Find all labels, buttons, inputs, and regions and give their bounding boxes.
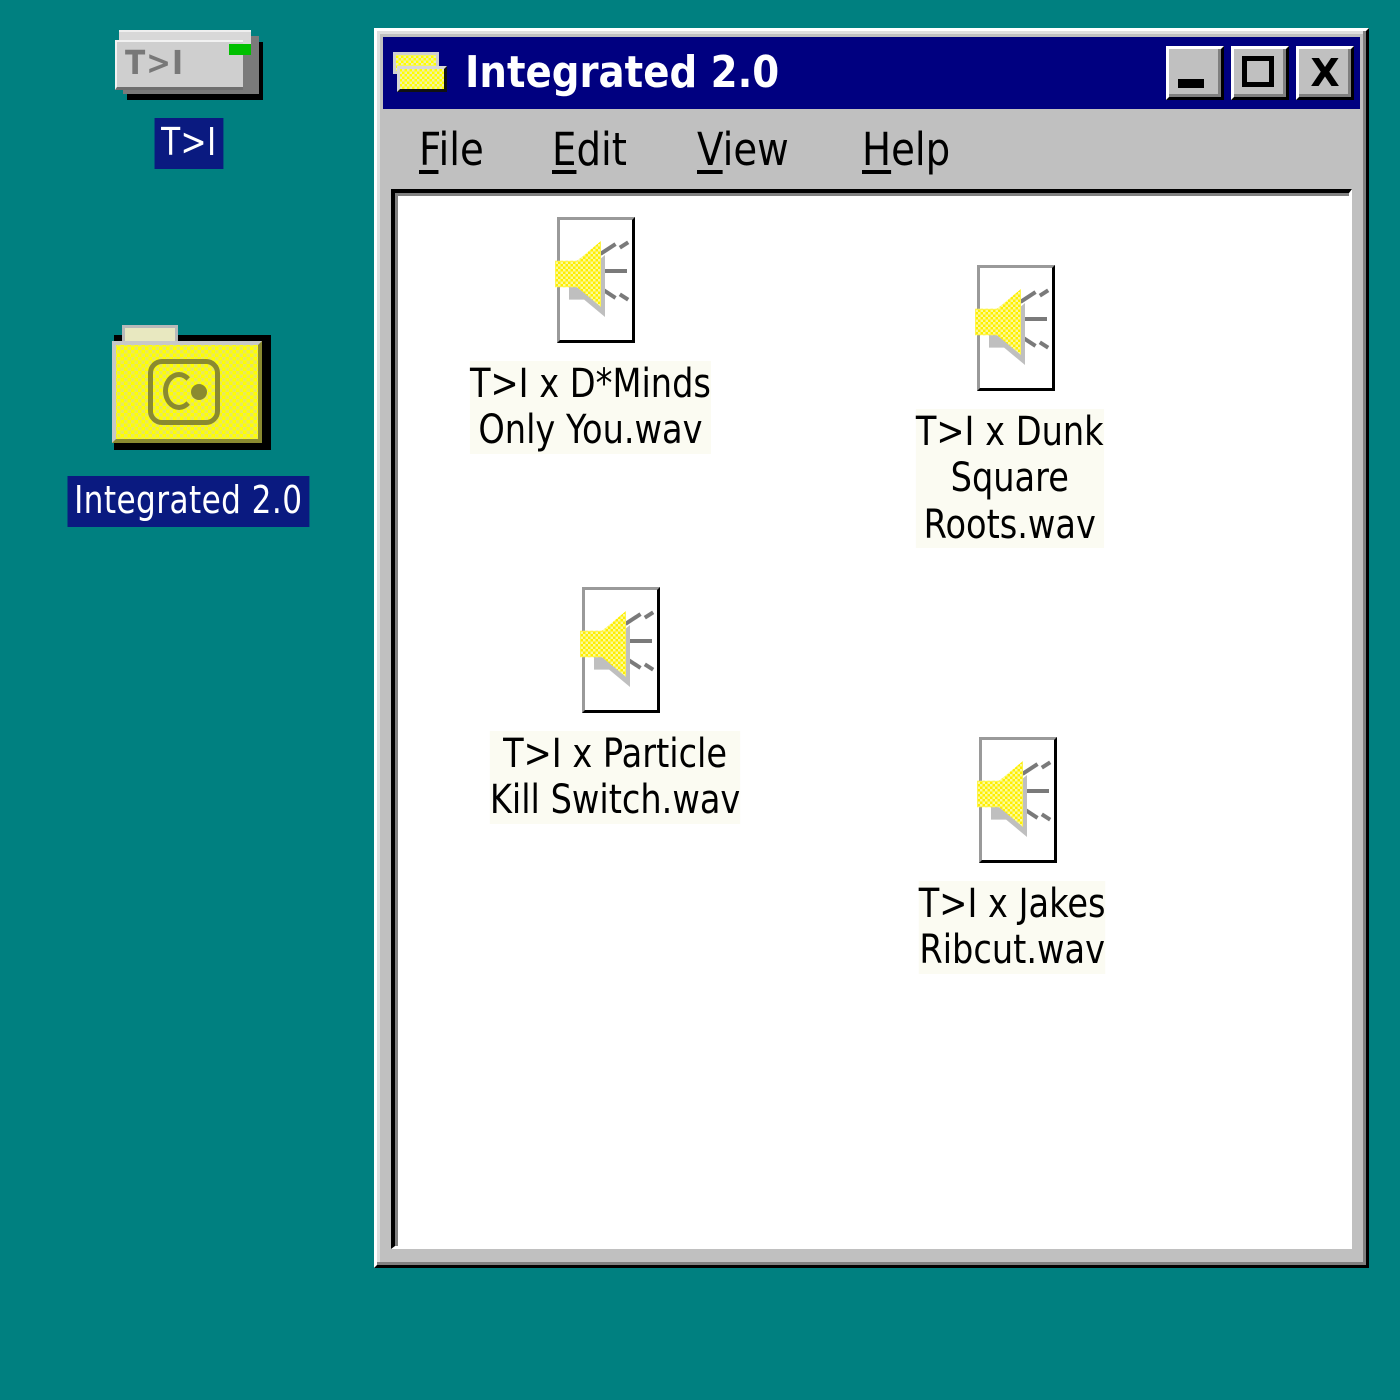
wav-file-icon: [566, 583, 664, 715]
desktop: T>I T>I Integrated 2.0 Integrated 2.0 X …: [0, 0, 1400, 1400]
desktop-icon-device[interactable]: T>I T>I: [104, 28, 274, 169]
open-folder-icon: [391, 50, 451, 96]
desktop-icon-folder[interactable]: Integrated 2.0: [18, 325, 358, 527]
explorer-window: Integrated 2.0 X File Edit View Help T>I…: [374, 28, 1369, 1268]
menu-item-file[interactable]: File: [419, 127, 484, 172]
file-item[interactable]: T>I x Particle Kill Switch.wav: [450, 583, 780, 824]
folder-emblem-icon: [147, 359, 220, 425]
menu-item-view[interactable]: View: [697, 127, 789, 172]
maximize-icon: [1242, 56, 1274, 87]
wav-file-icon: [963, 733, 1061, 865]
file-item-label: T>I x Jakes Ribcut.wav: [918, 881, 1106, 974]
menu-bar: File Edit View Help: [383, 109, 1360, 189]
close-icon: X: [1310, 51, 1340, 95]
file-item[interactable]: T>I x Jakes Ribcut.wav: [847, 733, 1177, 974]
wav-file-icon: [541, 213, 639, 345]
file-item[interactable]: T>I x D*Minds Only You.wav: [425, 213, 755, 454]
window-title: Integrated 2.0: [465, 47, 780, 98]
device-face-text: T>I: [125, 43, 184, 82]
file-list-pane[interactable]: T>I x D*Minds Only You.wav T>I x Dunk Sq…: [391, 189, 1352, 1249]
minimize-icon: [1178, 79, 1204, 88]
device-box-icon: T>I: [115, 28, 263, 100]
close-button[interactable]: X: [1296, 46, 1354, 100]
folder-icon: [106, 325, 271, 450]
title-bar[interactable]: Integrated 2.0 X: [383, 37, 1360, 109]
maximize-button[interactable]: [1231, 46, 1289, 100]
power-led-icon: [229, 44, 251, 55]
minimize-button[interactable]: [1166, 46, 1224, 100]
menu-item-help[interactable]: Help: [862, 127, 950, 172]
desktop-icon-device-label: T>I: [154, 118, 224, 169]
menu-item-edit[interactable]: Edit: [552, 127, 627, 172]
file-item[interactable]: T>I x Dunk Square Roots.wav: [845, 261, 1175, 549]
file-item-label: T>I x D*Minds Only You.wav: [469, 361, 711, 454]
file-item-label: T>I x Dunk Square Roots.wav: [916, 409, 1104, 549]
file-item-label: T>I x Particle Kill Switch.wav: [489, 731, 741, 824]
desktop-icon-folder-label: Integrated 2.0: [67, 476, 309, 527]
window-controls: X: [1166, 46, 1354, 100]
wav-file-icon: [961, 261, 1059, 393]
